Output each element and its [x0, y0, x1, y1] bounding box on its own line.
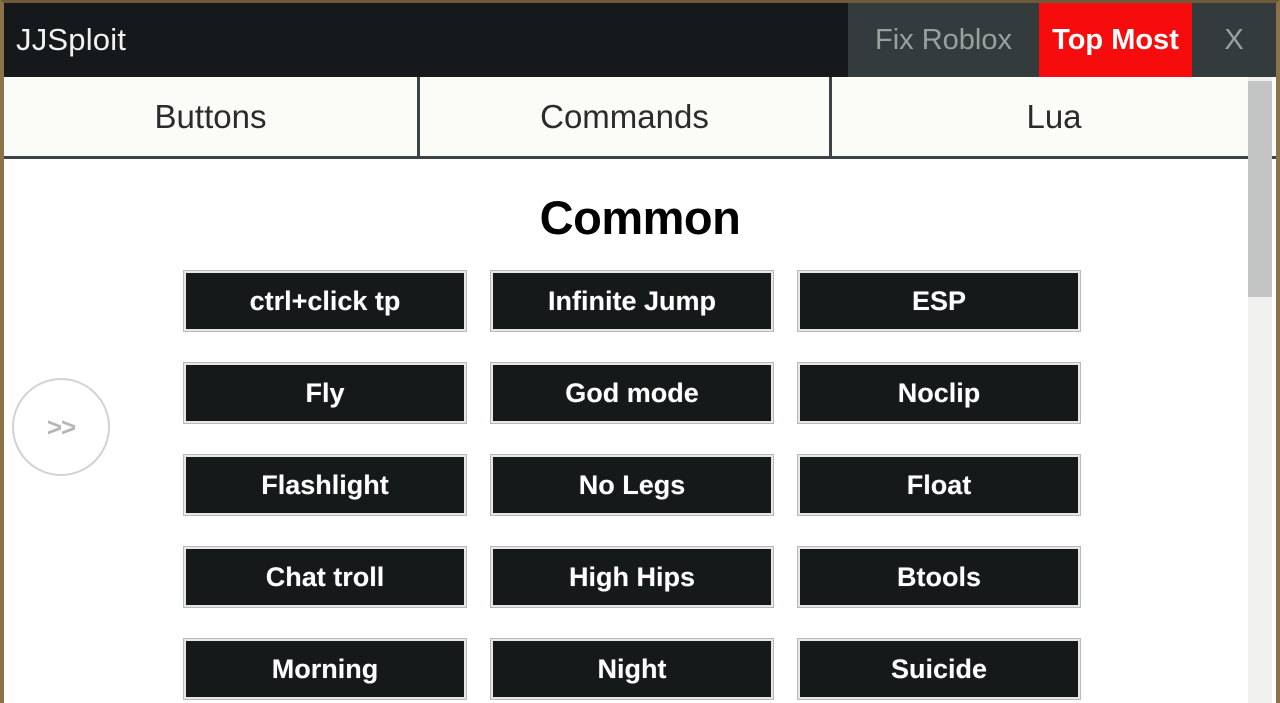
scrollbar-thumb[interactable]: [1248, 81, 1272, 297]
close-button[interactable]: X: [1192, 3, 1276, 77]
expand-panel-handle[interactable]: >>: [12, 378, 110, 476]
action-button[interactable]: Infinite Jump: [491, 271, 773, 331]
action-button[interactable]: Chat troll: [184, 547, 466, 607]
title-bar: JJSploit Fix Roblox Top Most X: [4, 3, 1276, 77]
action-button[interactable]: Fly: [184, 363, 466, 423]
action-button[interactable]: Float: [798, 455, 1080, 515]
action-button[interactable]: ctrl+click tp: [184, 271, 466, 331]
action-button[interactable]: Noclip: [798, 363, 1080, 423]
tab-buttons[interactable]: Buttons: [4, 77, 420, 156]
page-title: Common: [539, 191, 741, 244]
fix-roblox-button[interactable]: Fix Roblox: [848, 3, 1039, 77]
action-button[interactable]: No Legs: [491, 455, 773, 515]
chevron-double-right-icon: >>: [46, 411, 76, 442]
top-most-button[interactable]: Top Most: [1039, 3, 1192, 77]
action-button[interactable]: Morning: [184, 639, 466, 699]
common-button-grid: ctrl+click tp Infinite Jump ESP Fly God …: [184, 271, 1080, 699]
tab-lua[interactable]: Lua: [832, 77, 1276, 156]
action-button[interactable]: Night: [491, 639, 773, 699]
vertical-scrollbar[interactable]: [1248, 77, 1272, 703]
action-button[interactable]: Suicide: [798, 639, 1080, 699]
app-title: JJSploit: [4, 3, 848, 77]
action-button[interactable]: Btools: [798, 547, 1080, 607]
tab-commands[interactable]: Commands: [420, 77, 832, 156]
content-area: Common >> ctrl+click tp Infinite Jump ES…: [4, 159, 1276, 703]
tab-bar: Buttons Commands Lua: [4, 77, 1276, 159]
application-window: JJSploit Fix Roblox Top Most X Buttons C…: [0, 0, 1280, 703]
action-button[interactable]: ESP: [798, 271, 1080, 331]
action-button[interactable]: God mode: [491, 363, 773, 423]
action-button[interactable]: Flashlight: [184, 455, 466, 515]
action-button[interactable]: High Hips: [491, 547, 773, 607]
